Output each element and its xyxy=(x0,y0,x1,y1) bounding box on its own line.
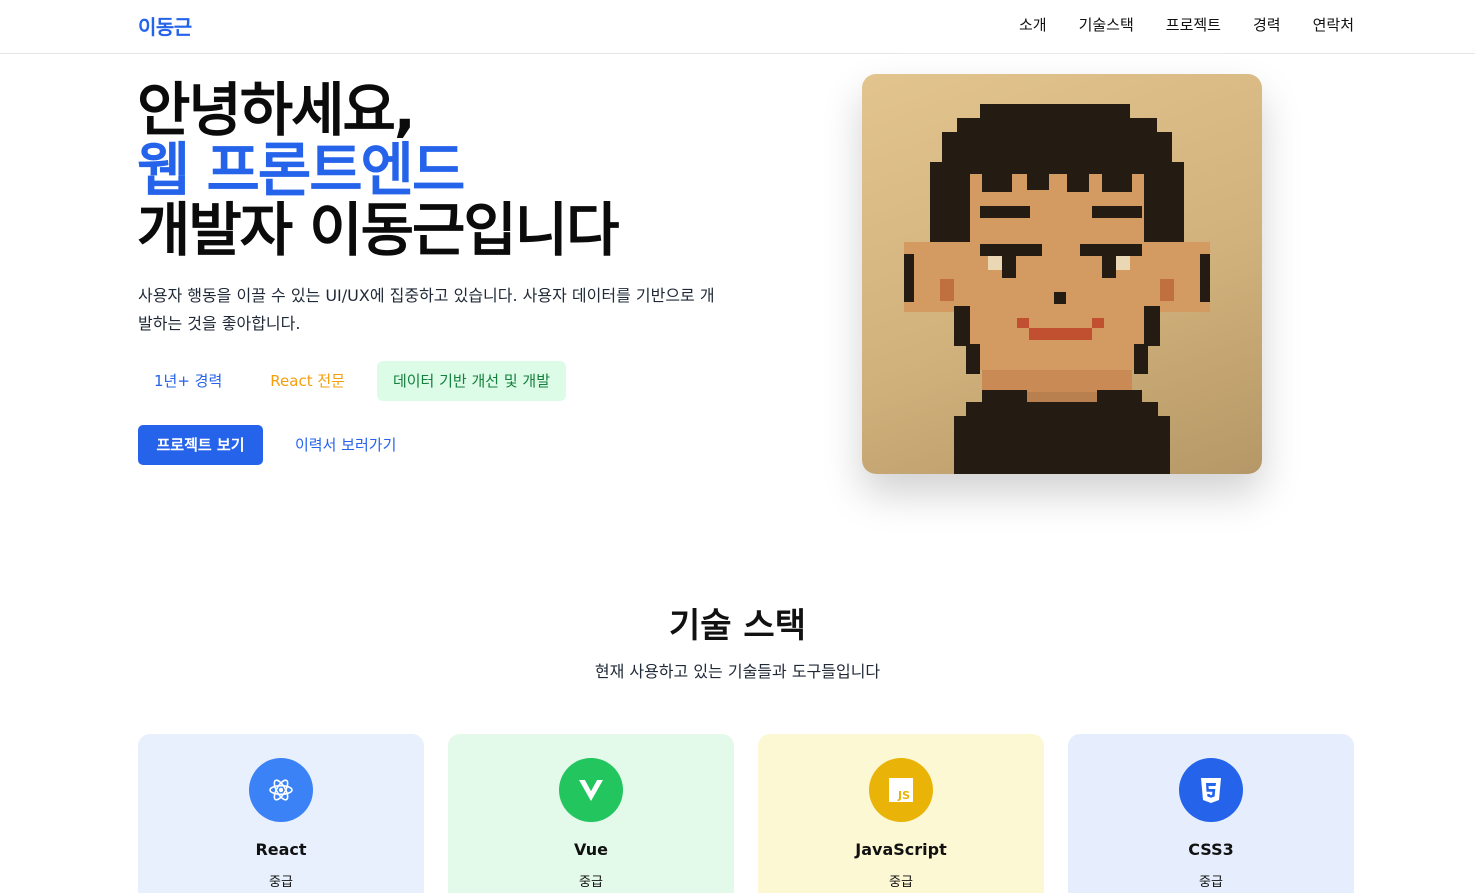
react-icon xyxy=(269,779,293,801)
tag-experience: 1년+ 경력 xyxy=(138,361,239,401)
vue-icon xyxy=(579,780,603,801)
tag-data-driven: 데이터 기반 개선 및 개발 xyxy=(376,361,567,401)
css3-icon xyxy=(1201,778,1221,803)
javascript-icon-badge: JS xyxy=(869,758,933,822)
brand-logo[interactable]: 이동근 xyxy=(138,11,192,40)
skill-name: Vue xyxy=(573,840,609,859)
pixel-avatar-image xyxy=(862,74,1262,474)
skill-card-react[interactable]: React 중급 xyxy=(138,734,424,893)
hero-title-line1: 안녕하세요, xyxy=(137,76,416,144)
view-projects-button[interactable]: 프로젝트 보기 xyxy=(138,425,263,465)
tag-react: React 전문 xyxy=(254,361,361,401)
skill-level: 중급 xyxy=(579,875,603,890)
skills-section-subtitle: 현재 사용하고 있는 기술들과 도구들입니다 xyxy=(594,662,881,681)
skills-section-title: 기술 스택 xyxy=(669,606,806,646)
hero-title-accent: 웹 프론트엔드 xyxy=(137,136,465,204)
skill-card-javascript[interactable]: JS JavaScript 중급 xyxy=(758,734,1044,893)
hero-tags: 1년+ 경력 React 전문 데이터 기반 개선 및 개발 xyxy=(138,361,567,401)
skill-name: React xyxy=(255,840,307,859)
hero-title-line3: 개발자 이동근입니다 xyxy=(137,196,619,264)
skill-level: 중급 xyxy=(1199,875,1223,890)
nav-link-career[interactable]: 경력 xyxy=(1253,14,1281,35)
top-navbar: 이동근 소개 기술스택 프로젝트 경력 연락처 xyxy=(0,0,1475,54)
skill-name: JavaScript xyxy=(855,840,947,859)
react-icon-badge xyxy=(249,758,313,822)
nav-link-about[interactable]: 소개 xyxy=(1019,14,1047,35)
hero-description: 사용자 행동을 이끌 수 있는 UI/UX에 집중하고 있습니다. 사용자 데이… xyxy=(138,286,715,333)
skill-name: CSS3 xyxy=(1188,840,1234,859)
skill-level: 중급 xyxy=(269,875,293,890)
svg-text:JS: JS xyxy=(897,789,910,802)
nav-link-projects[interactable]: 프로젝트 xyxy=(1166,14,1221,35)
skill-card-vue[interactable]: Vue 중급 xyxy=(448,734,734,893)
nav-link-contact[interactable]: 연락처 xyxy=(1313,14,1354,35)
javascript-icon: JS xyxy=(889,778,913,802)
nav-link-skills[interactable]: 기술스택 xyxy=(1079,14,1134,35)
pixel-avatar-drawing xyxy=(904,104,1210,474)
vue-icon-badge xyxy=(559,758,623,822)
nav-links: 소개 기술스택 프로젝트 경력 연락처 xyxy=(987,14,1354,35)
css3-icon-badge xyxy=(1179,758,1243,822)
skill-card-css3[interactable]: CSS3 중급 xyxy=(1068,734,1354,893)
skill-level: 중급 xyxy=(889,875,913,890)
hero-title: 안녕하세요, 웹 프론트엔드 개발자 이동근입니다 xyxy=(137,80,619,260)
resume-link[interactable]: 이력서 보러가기 xyxy=(295,425,396,465)
